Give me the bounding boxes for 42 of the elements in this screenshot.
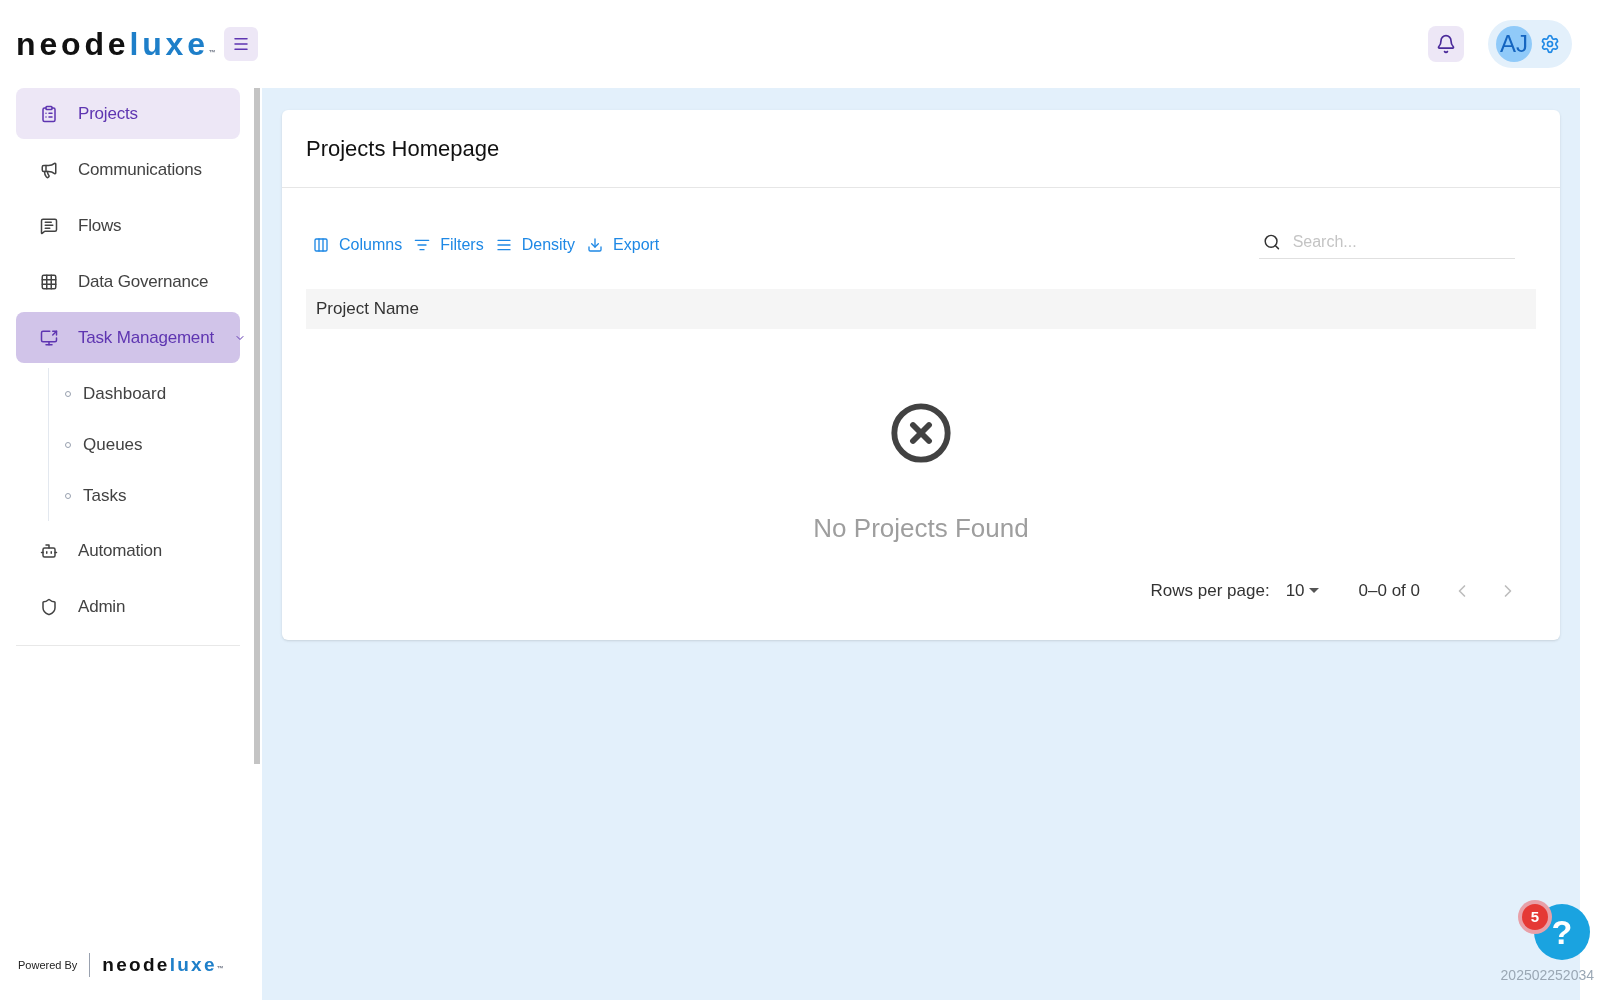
nav-item[interactable]: Communications — [16, 144, 240, 195]
build-id: 202502252034 — [1500, 966, 1594, 985]
bell-icon — [1436, 34, 1456, 54]
sub-nav-item[interactable]: Tasks — [49, 470, 240, 521]
nav-item[interactable]: Data Governance — [16, 256, 240, 307]
toolbar-button[interactable]: Columns — [313, 232, 403, 257]
notification-badge: 5 — [1522, 904, 1548, 930]
clipboard-icon — [40, 104, 58, 123]
notifications-button[interactable] — [1428, 26, 1464, 62]
download-icon — [587, 236, 604, 253]
menu-icon — [231, 35, 250, 53]
nav-item[interactable]: Automation — [16, 525, 240, 576]
nav-item[interactable]: Projects — [16, 88, 240, 139]
nav-item[interactable]: Flows — [16, 200, 240, 251]
settings-icon[interactable] — [1540, 34, 1560, 54]
nav-item[interactable]: Admin — [16, 581, 240, 632]
sub-nav-item[interactable]: Dashboard — [49, 368, 240, 419]
dropdown-icon — [1308, 588, 1319, 594]
rows-per-page-select[interactable]: 10 — [1285, 578, 1319, 604]
search-icon — [1263, 232, 1281, 252]
menu-button[interactable] — [223, 27, 258, 61]
megaphone-icon — [40, 160, 58, 179]
sub-nav-item[interactable]: Queues — [49, 419, 240, 470]
shield-icon — [40, 597, 58, 616]
toolbar-button[interactable]: Export — [587, 232, 660, 257]
toolbar-button[interactable]: Density — [495, 232, 576, 257]
empty-state-icon — [889, 401, 953, 465]
card-title: Projects Homepage — [306, 135, 500, 163]
column-header[interactable]: Project Name — [316, 296, 419, 322]
screen-share-icon — [40, 328, 58, 347]
search-input[interactable]: Search... — [1292, 230, 1515, 254]
robot-icon — [40, 541, 58, 560]
rows-per-page-label: Rows per page: — [1150, 580, 1270, 602]
page-range: 0–0 of 0 — [1358, 580, 1420, 602]
empty-message: No Projects Found — [813, 512, 1029, 545]
grid-icon — [40, 272, 58, 291]
avatar: AJ — [1496, 26, 1532, 62]
toolbar-button[interactable]: Filters — [414, 232, 484, 257]
columns-icon — [313, 236, 329, 253]
powered-by-label: Powered By — [18, 957, 78, 973]
search-field[interactable]: Search... — [1259, 230, 1515, 259]
chat-icon — [40, 216, 58, 235]
